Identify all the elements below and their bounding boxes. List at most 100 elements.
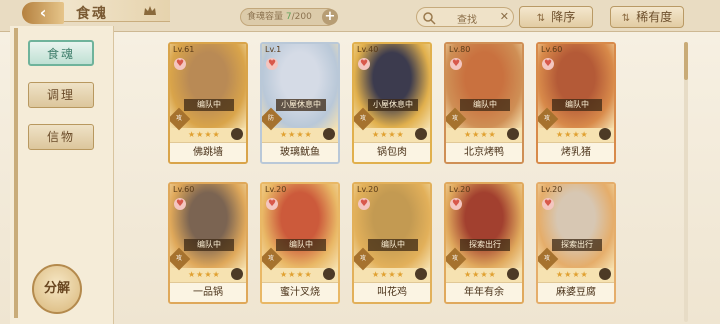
food-soul-name: 北京烤鸭 bbox=[446, 142, 522, 162]
element-label: 攻 bbox=[359, 254, 367, 262]
level-label: Lv.80 bbox=[449, 45, 471, 54]
search-box[interactable]: 查找 ✕ bbox=[416, 7, 514, 27]
role-icon bbox=[599, 268, 611, 280]
heart-icon: ♥ bbox=[266, 58, 278, 70]
role-icon bbox=[323, 128, 335, 140]
food-soul-card[interactable]: Lv.20 ♥ 探索出行 攻 ★★★★ 年年有余 bbox=[444, 182, 524, 304]
food-soul-card[interactable]: Lv.40 ♥ 小屋休息中 攻 ★★★★ 锅包肉 bbox=[352, 42, 432, 164]
food-soul-name: 叫花鸡 bbox=[354, 282, 430, 302]
element-label: 攻 bbox=[359, 114, 367, 122]
food-soul-card[interactable]: Lv.1 ♥ 小屋休息中 防 ★★★★ 玻璃鱿鱼 bbox=[260, 42, 340, 164]
scrollbar-thumb[interactable] bbox=[684, 42, 688, 80]
status-label: 小屋休息中 bbox=[368, 99, 418, 111]
role-icon bbox=[231, 128, 243, 140]
level-label: Lv.20 bbox=[265, 185, 287, 194]
food-soul-card[interactable]: Lv.20 ♥ 编队中 攻 ★★★★ 叫花鸡 bbox=[352, 182, 432, 304]
arrows-icon: ⇅ bbox=[536, 13, 546, 24]
level-label: Lv.61 bbox=[173, 45, 195, 54]
food-soul-name: 佛跳墙 bbox=[170, 142, 246, 162]
star-rating: ★★★★ bbox=[464, 270, 497, 279]
level-label: Lv.60 bbox=[173, 185, 195, 194]
food-soul-card[interactable]: Lv.60 ♥ 编队中 攻 ★★★★ 一品锅 bbox=[168, 182, 248, 304]
sort-rarity-label: 稀有度 bbox=[636, 10, 673, 24]
role-icon bbox=[231, 268, 243, 280]
role-icon bbox=[415, 128, 427, 140]
food-soul-name: 年年有余 bbox=[446, 282, 522, 302]
element-label: 攻 bbox=[451, 114, 459, 122]
status-label: 编队中 bbox=[460, 99, 510, 111]
star-rating: ★★★★ bbox=[280, 270, 313, 279]
element-label: 攻 bbox=[267, 254, 275, 262]
role-icon bbox=[507, 128, 519, 140]
status-label: 编队中 bbox=[552, 99, 602, 111]
heart-icon: ♥ bbox=[358, 58, 370, 70]
star-rating: ★★★★ bbox=[556, 130, 589, 139]
food-soul-card[interactable]: Lv.61 ♥ 编队中 攻 ★★★★ 佛跳墙 bbox=[168, 42, 248, 164]
sort-order-button[interactable]: ⇅ 降序 bbox=[519, 6, 593, 28]
status-label: 探索出行 bbox=[460, 239, 510, 251]
element-label: 攻 bbox=[543, 254, 551, 262]
heart-icon: ♥ bbox=[174, 58, 186, 70]
food-soul-name: 玻璃鱿鱼 bbox=[262, 142, 338, 162]
level-label: Lv.20 bbox=[449, 185, 471, 194]
star-rating: ★★★★ bbox=[188, 270, 221, 279]
food-soul-card[interactable]: Lv.60 ♥ 编队中 攻 ★★★★ 烤乳猪 bbox=[536, 42, 616, 164]
level-label: Lv.20 bbox=[541, 185, 563, 194]
heart-icon: ♥ bbox=[450, 58, 462, 70]
status-label: 小屋休息中 bbox=[276, 99, 326, 111]
tab-tokens[interactable]: 信物 bbox=[28, 124, 94, 150]
star-rating: ★★★★ bbox=[280, 130, 313, 139]
food-soul-card[interactable]: Lv.80 ♥ 编队中 攻 ★★★★ 北京烤鸭 bbox=[444, 42, 524, 164]
element-label: 攻 bbox=[543, 114, 551, 122]
sort-rarity-button[interactable]: ⇅ 稀有度 bbox=[610, 6, 684, 28]
level-label: Lv.40 bbox=[357, 45, 379, 54]
status-label: 探索出行 bbox=[552, 239, 602, 251]
role-icon bbox=[323, 268, 335, 280]
capacity-max: /200 bbox=[291, 12, 312, 22]
food-soul-name: 蜜汁叉烧 bbox=[262, 282, 338, 302]
search-icon bbox=[423, 12, 436, 25]
food-soul-card[interactable]: Lv.20 ♥ 编队中 攻 ★★★★ 蜜汁叉烧 bbox=[260, 182, 340, 304]
food-soul-name: 烤乳猪 bbox=[538, 142, 614, 162]
tab-conditioning[interactable]: 调理 bbox=[28, 82, 94, 108]
role-icon bbox=[599, 128, 611, 140]
scroll-track[interactable] bbox=[684, 42, 688, 322]
role-icon bbox=[415, 268, 427, 280]
role-icon bbox=[507, 268, 519, 280]
level-label: Lv.1 bbox=[265, 45, 282, 54]
expand-capacity-button[interactable]: + bbox=[322, 9, 338, 25]
search-label: 查找 bbox=[457, 15, 477, 26]
heart-icon: ♥ bbox=[266, 198, 278, 210]
level-label: Lv.60 bbox=[541, 45, 563, 54]
status-label: 编队中 bbox=[368, 239, 418, 251]
star-rating: ★★★★ bbox=[372, 130, 405, 139]
star-rating: ★★★★ bbox=[556, 270, 589, 279]
food-soul-name: 一品锅 bbox=[170, 282, 246, 302]
status-label: 编队中 bbox=[184, 99, 234, 111]
status-label: 编队中 bbox=[184, 239, 234, 251]
back-button[interactable]: ‹ bbox=[22, 2, 64, 24]
element-label: 攻 bbox=[175, 114, 183, 122]
decompose-button[interactable]: 分解 bbox=[32, 264, 82, 314]
star-rating: ★★★★ bbox=[372, 270, 405, 279]
heart-icon: ♥ bbox=[542, 198, 554, 210]
arrows-icon: ⇅ bbox=[621, 13, 631, 24]
capacity-label: 食魂容量 bbox=[247, 12, 284, 22]
clear-search-icon[interactable]: ✕ bbox=[500, 10, 509, 23]
tab-food-souls[interactable]: 食魂 bbox=[28, 40, 94, 66]
heart-icon: ♥ bbox=[450, 198, 462, 210]
heart-icon: ♥ bbox=[542, 58, 554, 70]
star-rating: ★★★★ bbox=[464, 130, 497, 139]
heart-icon: ♥ bbox=[358, 198, 370, 210]
element-label: 攻 bbox=[175, 254, 183, 262]
element-label: 攻 bbox=[451, 254, 459, 262]
left-rail bbox=[14, 28, 18, 318]
food-soul-card[interactable]: Lv.20 ♥ 探索出行 攻 ★★★★ 麻婆豆腐 bbox=[536, 182, 616, 304]
food-soul-name: 锅包肉 bbox=[354, 142, 430, 162]
sort-order-label: 降序 bbox=[551, 10, 576, 24]
level-label: Lv.20 bbox=[357, 185, 379, 194]
page-title: 食魂 bbox=[76, 6, 108, 22]
food-soul-name: 麻婆豆腐 bbox=[538, 282, 614, 302]
element-label: 防 bbox=[267, 114, 275, 122]
crown-icon bbox=[144, 6, 156, 15]
